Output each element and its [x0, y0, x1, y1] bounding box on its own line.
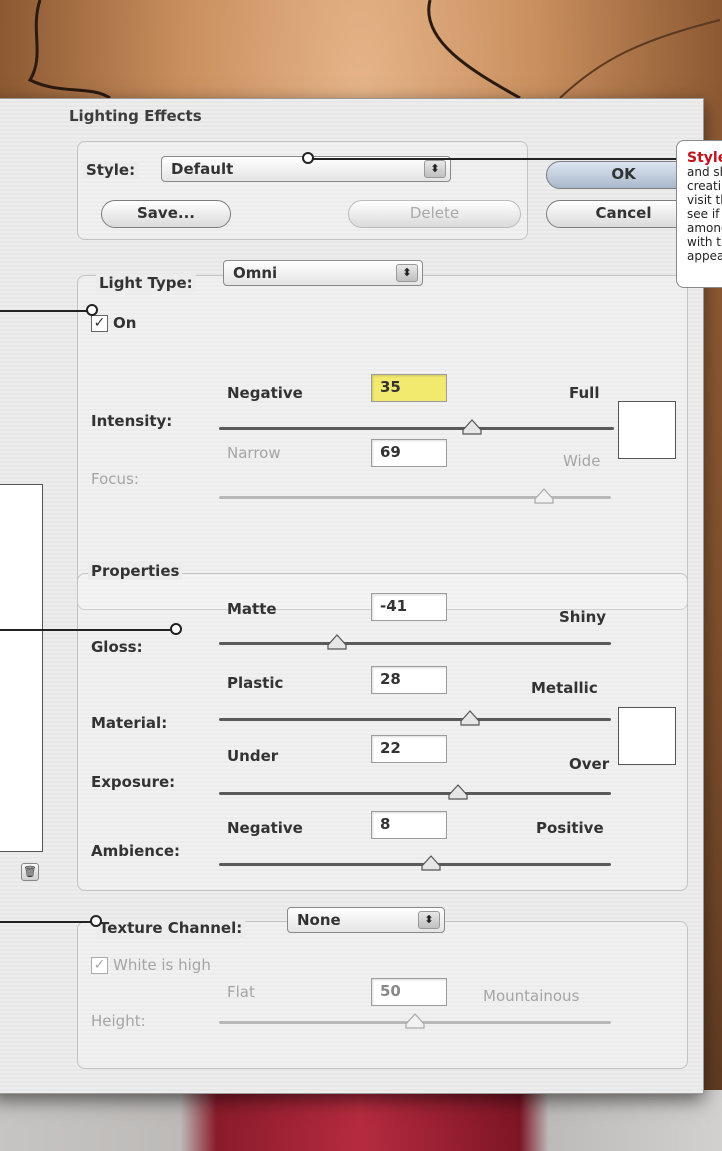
exposure-field[interactable]: 22 — [371, 735, 447, 763]
texture-channel-value: None — [297, 911, 341, 929]
ambience-label: Ambience: — [91, 842, 181, 860]
slider-thumb[interactable] — [420, 855, 442, 871]
material-min-label: Plastic — [227, 674, 284, 692]
slider-thumb[interactable] — [459, 710, 481, 726]
material-field[interactable]: 28 — [371, 666, 447, 694]
callout-line-2: creatin — [687, 179, 722, 193]
ambience-max-label: Positive — [536, 819, 604, 837]
gloss-slider[interactable] — [219, 634, 611, 650]
style-value: Default — [171, 160, 234, 178]
style-callout-box: Style and sh creatin visit th see if t a… — [676, 140, 722, 288]
intensity-slider[interactable] — [219, 419, 614, 435]
light-on-checkbox[interactable]: ✓ — [91, 315, 108, 332]
material-slider[interactable] — [219, 710, 611, 726]
height-slider[interactable] — [219, 1013, 611, 1029]
exposure-max-label: Over — [569, 755, 610, 773]
trash-icon[interactable]: 🗑 — [21, 863, 39, 881]
light-preview-area[interactable] — [0, 484, 43, 852]
light-type-label: Light Type: — [96, 274, 196, 292]
height-max-label: Mountainous — [483, 987, 580, 1005]
gloss-min-label: Matte — [227, 600, 277, 618]
callout-dot-style — [302, 152, 314, 164]
ambience-min-label: Negative — [227, 819, 303, 837]
updown-arrows-icon: ⬍ — [424, 160, 446, 178]
updown-arrows-icon: ⬍ — [418, 911, 440, 929]
intensity-min-label: Negative — [227, 384, 303, 402]
slider-thumb[interactable] — [326, 634, 348, 650]
callout-line-7: appea — [687, 249, 722, 263]
slider-thumb[interactable] — [533, 488, 555, 504]
slider-thumb[interactable] — [461, 419, 483, 435]
callout-line-properties — [0, 629, 172, 631]
intensity-field[interactable]: 35 — [371, 374, 447, 402]
exposure-label: Exposure: — [91, 773, 176, 791]
callout-line-texture — [0, 921, 92, 923]
gloss-max-label: Shiny — [559, 608, 607, 626]
callout-line-1: and sh — [687, 165, 722, 179]
white-is-high-checkbox[interactable]: ✓ — [91, 957, 108, 974]
save-button[interactable]: Save... — [101, 200, 231, 228]
focus-min-label: Narrow — [227, 444, 281, 462]
background-bottom — [0, 1090, 722, 1151]
white-is-high-label: White is high — [113, 956, 211, 974]
height-field[interactable]: 50 — [371, 978, 447, 1006]
callout-line-style — [308, 158, 678, 160]
delete-button[interactable]: Delete — [348, 200, 521, 228]
dialog-title: Lighting Effects — [69, 107, 202, 125]
exposure-slider[interactable] — [219, 784, 611, 800]
callout-line-5: among — [687, 221, 722, 235]
focus-slider[interactable] — [219, 488, 611, 504]
texture-channel-dropdown[interactable]: None ⬍ — [287, 907, 445, 933]
intensity-label: Intensity: — [91, 412, 173, 430]
focus-field[interactable]: 69 — [371, 439, 447, 467]
callout-dot-texture — [90, 915, 102, 927]
height-min-label: Flat — [227, 983, 255, 1001]
slider-thumb[interactable] — [404, 1013, 426, 1029]
focus-max-label: Wide — [563, 452, 601, 470]
gloss-label: Gloss: — [91, 638, 143, 656]
light-type-value: Omni — [233, 264, 278, 282]
callout-dot-properties — [170, 623, 182, 635]
ambience-field[interactable]: 8 — [371, 811, 447, 839]
ambience-slider[interactable] — [219, 855, 611, 871]
light-type-dropdown[interactable]: Omni ⬍ — [223, 260, 423, 286]
callout-dot-light-type — [86, 304, 98, 316]
updown-arrows-icon: ⬍ — [396, 264, 418, 282]
light-on-label: On — [113, 314, 137, 332]
callout-line-light-type — [0, 310, 88, 312]
lighting-effects-dialog: Lighting Effects 🗑 Style: Default ⬍ Save… — [0, 98, 704, 1094]
exposure-min-label: Under — [227, 747, 279, 765]
height-label: Height: — [91, 1012, 146, 1030]
style-label: Style: — [83, 161, 139, 179]
callout-line-6: with th — [687, 235, 722, 249]
focus-label: Focus: — [91, 470, 139, 488]
material-max-label: Metallic — [531, 679, 598, 697]
slider-thumb[interactable] — [447, 784, 469, 800]
material-color-swatch[interactable] — [618, 707, 676, 765]
gloss-field[interactable]: -41 — [371, 593, 447, 621]
callout-line-4: see if t — [687, 207, 722, 221]
callout-title: Style — [687, 150, 722, 166]
texture-channel-label: Texture Channel: — [96, 919, 246, 937]
intensity-max-label: Full — [569, 384, 600, 402]
properties-label: Properties — [88, 562, 183, 580]
light-color-swatch[interactable] — [618, 401, 676, 459]
material-label: Material: — [91, 714, 168, 732]
callout-line-3: visit th — [687, 193, 722, 207]
